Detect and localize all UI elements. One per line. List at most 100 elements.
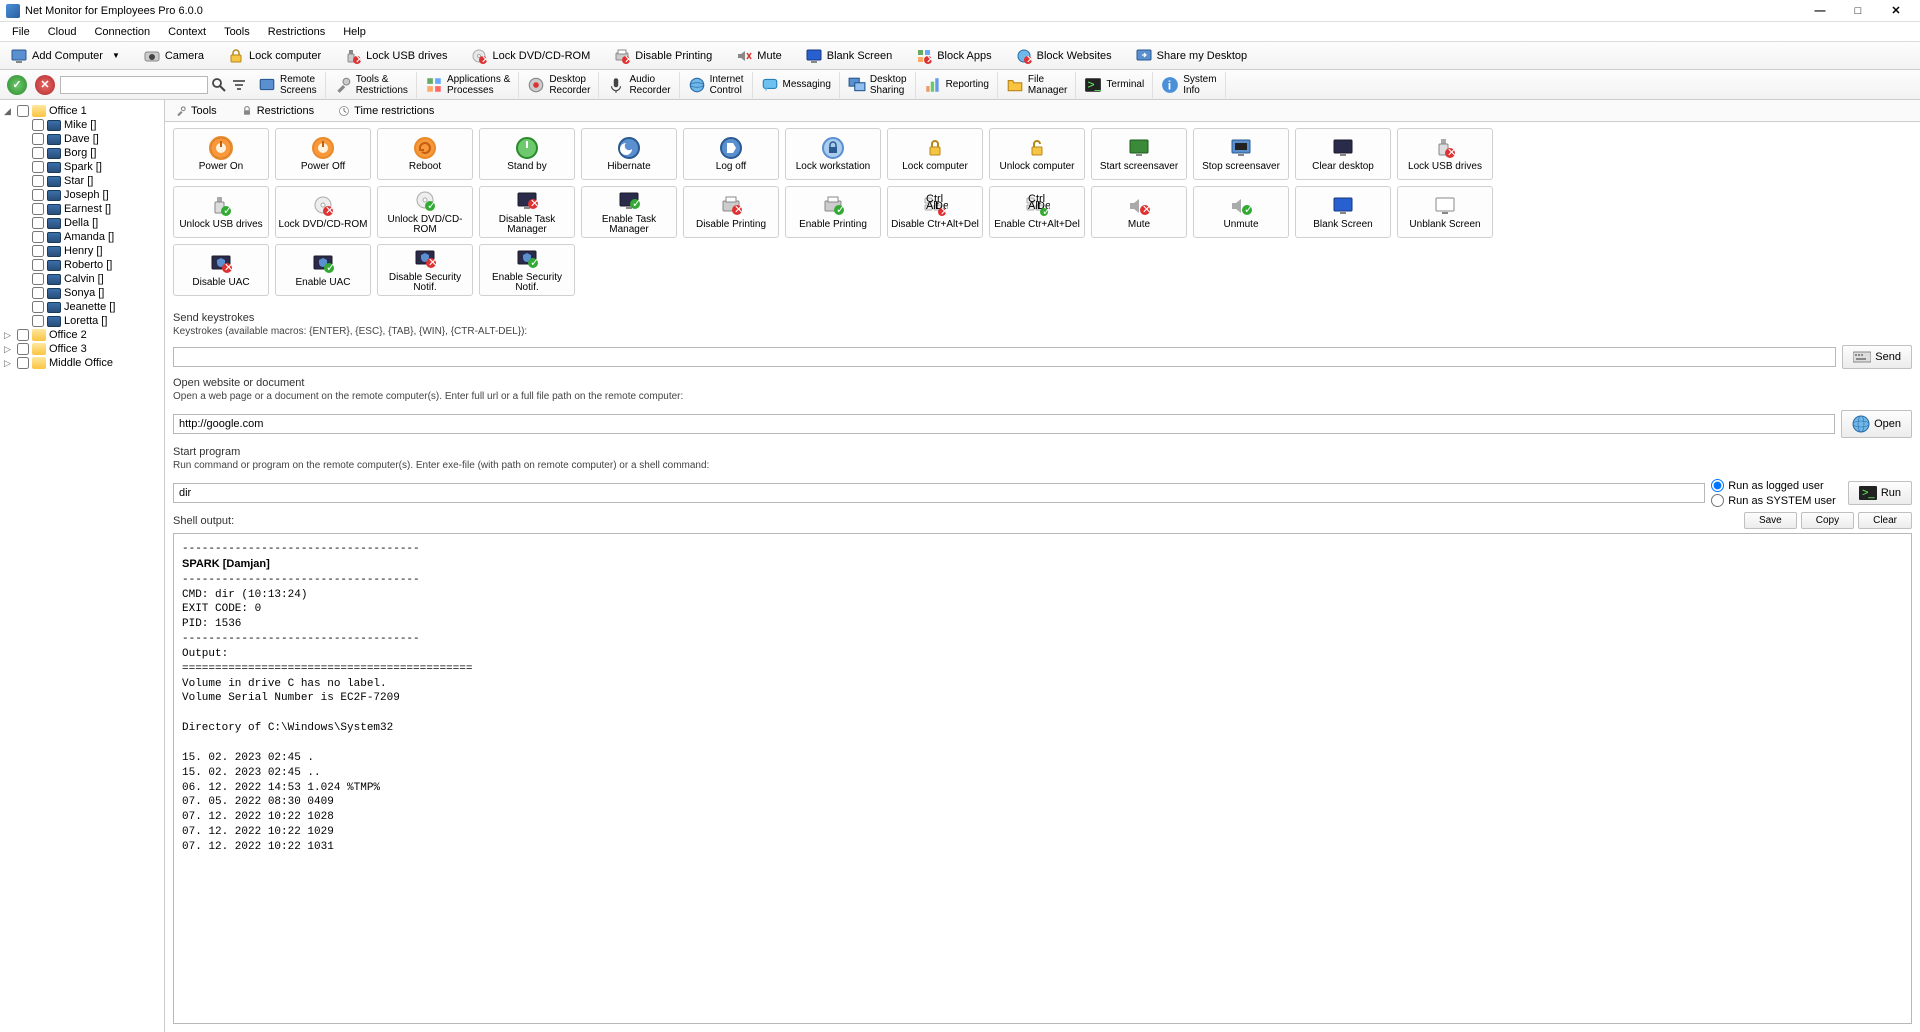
- tree-computer[interactable]: Joseph []: [30, 188, 162, 202]
- tree-checkbox[interactable]: [32, 161, 44, 173]
- tool-lock-computer[interactable]: Lock computer: [887, 128, 983, 180]
- menu-context[interactable]: Context: [160, 24, 214, 40]
- subtab-tools[interactable]: Tools: [171, 103, 221, 119]
- tool-reboot[interactable]: Reboot: [377, 128, 473, 180]
- menu-tools[interactable]: Tools: [216, 24, 258, 40]
- tool-power-on[interactable]: Power On: [173, 128, 269, 180]
- tool-enable-security-notif-[interactable]: ✓Enable Security Notif.: [479, 244, 575, 296]
- applications-processes-tab[interactable]: Applications &Processes: [417, 72, 519, 98]
- mute-button[interactable]: Mute: [729, 45, 788, 67]
- url-input[interactable]: [173, 414, 1835, 434]
- tool-lock-usb-drives[interactable]: ✕Lock USB drives: [1397, 128, 1493, 180]
- tree-computer[interactable]: Calvin []: [30, 272, 162, 286]
- terminal-tab[interactable]: >_Terminal: [1076, 72, 1153, 98]
- tree-checkbox[interactable]: [32, 273, 44, 285]
- tool-disable-task-manager[interactable]: ✕Disable Task Manager: [479, 186, 575, 238]
- tree-computer[interactable]: Amanda []: [30, 230, 162, 244]
- subtab-time-restrictions[interactable]: Time restrictions: [334, 103, 438, 119]
- internet-control-tab[interactable]: InternetControl: [680, 72, 753, 98]
- reporting-tab[interactable]: Reporting: [916, 72, 998, 98]
- tree-checkbox[interactable]: [32, 287, 44, 299]
- tree-folder-office-2[interactable]: ▷Office 2: [2, 328, 162, 342]
- collapse-icon[interactable]: ▷: [4, 344, 14, 355]
- tool-enable-ctr-alt-del[interactable]: CtrlAltDel✓Enable Ctr+Alt+Del: [989, 186, 1085, 238]
- tree-folder-office-1[interactable]: ◢Office 1: [2, 104, 162, 118]
- block-apps-button[interactable]: ✕Block Apps: [909, 45, 998, 67]
- tree-computer[interactable]: Borg []: [30, 146, 162, 160]
- collapse-icon[interactable]: ▷: [4, 358, 14, 369]
- tree-checkbox[interactable]: [17, 329, 29, 341]
- filter-icon[interactable]: [230, 76, 248, 94]
- tree-checkbox[interactable]: [32, 147, 44, 159]
- tools-restrictions-tab[interactable]: Tools &Restrictions: [326, 72, 417, 98]
- tool-enable-task-manager[interactable]: ✓Enable Task Manager: [581, 186, 677, 238]
- radio-system-user[interactable]: Run as SYSTEM user: [1711, 494, 1836, 507]
- tree-folder-middle-office[interactable]: ▷Middle Office: [2, 356, 162, 370]
- tool-power-off[interactable]: Power Off: [275, 128, 371, 180]
- accept-button[interactable]: ✓: [7, 75, 27, 95]
- tool-hibernate[interactable]: Hibernate: [581, 128, 677, 180]
- tree-checkbox[interactable]: [32, 217, 44, 229]
- close-button[interactable]: ✕: [1884, 3, 1908, 19]
- subtab-restrictions[interactable]: Restrictions: [237, 103, 318, 119]
- lock-computer-button[interactable]: Lock computer: [221, 45, 328, 67]
- blank-screen-button[interactable]: Blank Screen: [799, 45, 899, 67]
- lock-usb-drives-button[interactable]: ✕Lock USB drives: [338, 45, 454, 67]
- tool-disable-uac[interactable]: ✕Disable UAC: [173, 244, 269, 296]
- tool-stop-screensaver[interactable]: Stop screensaver: [1193, 128, 1289, 180]
- tree-checkbox[interactable]: [17, 357, 29, 369]
- keystrokes-input[interactable]: [173, 347, 1836, 367]
- desktop-sharing-tab[interactable]: DesktopSharing: [840, 72, 916, 98]
- tool-unlock-computer[interactable]: Unlock computer: [989, 128, 1085, 180]
- maximize-button[interactable]: □: [1846, 3, 1870, 19]
- minimize-button[interactable]: —: [1808, 3, 1832, 19]
- shell-copy-button[interactable]: Copy: [1801, 512, 1854, 529]
- tool-lock-workstation[interactable]: Lock workstation: [785, 128, 881, 180]
- tree-checkbox[interactable]: [32, 119, 44, 131]
- send-button[interactable]: Send: [1842, 345, 1912, 369]
- tree-computer[interactable]: Della []: [30, 216, 162, 230]
- tree-computer[interactable]: Jeanette []: [30, 300, 162, 314]
- tool-disable-security-notif-[interactable]: ✕Disable Security Notif.: [377, 244, 473, 296]
- run-button[interactable]: >_ Run: [1848, 481, 1912, 505]
- lock-dvd-cd-rom-button[interactable]: ✕Lock DVD/CD-ROM: [464, 45, 597, 67]
- tree-computer[interactable]: Spark []: [30, 160, 162, 174]
- radio-logged-user[interactable]: Run as logged user: [1711, 479, 1836, 492]
- tool-unmute[interactable]: ✓Unmute: [1193, 186, 1289, 238]
- tool-unblank-screen[interactable]: Unblank Screen: [1397, 186, 1493, 238]
- tree-checkbox[interactable]: [32, 133, 44, 145]
- tree-checkbox[interactable]: [32, 315, 44, 327]
- tree-computer[interactable]: Mike []: [30, 118, 162, 132]
- tool-enable-printing[interactable]: ✓Enable Printing: [785, 186, 881, 238]
- camera-button[interactable]: Camera: [137, 45, 211, 67]
- tool-clear-desktop[interactable]: Clear desktop: [1295, 128, 1391, 180]
- file-manager-tab[interactable]: FileManager: [998, 72, 1076, 98]
- add-computer-button[interactable]: Add Computer▼: [4, 45, 127, 67]
- menu-connection[interactable]: Connection: [86, 24, 158, 40]
- collapse-icon[interactable]: ▷: [4, 330, 14, 341]
- remote-screens-tab[interactable]: RemoteScreens: [250, 72, 326, 98]
- tree-checkbox[interactable]: [32, 175, 44, 187]
- menu-help[interactable]: Help: [335, 24, 374, 40]
- command-input[interactable]: [173, 483, 1705, 503]
- tool-enable-uac[interactable]: ✓Enable UAC: [275, 244, 371, 296]
- tree-computer[interactable]: Star []: [30, 174, 162, 188]
- tool-unlock-dvd-cd-rom[interactable]: ✓Unlock DVD/CD-ROM: [377, 186, 473, 238]
- tree-computer[interactable]: Earnest []: [30, 202, 162, 216]
- system-info-tab[interactable]: iSystemInfo: [1153, 72, 1225, 98]
- audio-recorder-tab[interactable]: AudioRecorder: [599, 72, 679, 98]
- tree-checkbox[interactable]: [32, 301, 44, 313]
- menu-cloud[interactable]: Cloud: [40, 24, 85, 40]
- tool-disable-ctr-alt-del[interactable]: CtrlAltDel✕Disable Ctr+Alt+Del: [887, 186, 983, 238]
- disable-printing-button[interactable]: ✕Disable Printing: [607, 45, 719, 67]
- tree-folder-office-3[interactable]: ▷Office 3: [2, 342, 162, 356]
- open-button[interactable]: Open: [1841, 410, 1912, 438]
- tree-checkbox[interactable]: [32, 259, 44, 271]
- tree-computer[interactable]: Loretta []: [30, 314, 162, 328]
- block-websites-button[interactable]: ✕Block Websites: [1009, 45, 1119, 67]
- tool-mute[interactable]: ✕Mute: [1091, 186, 1187, 238]
- tool-log-off[interactable]: Log off: [683, 128, 779, 180]
- tree-checkbox[interactable]: [32, 245, 44, 257]
- menu-restrictions[interactable]: Restrictions: [260, 24, 333, 40]
- tree-checkbox[interactable]: [32, 189, 44, 201]
